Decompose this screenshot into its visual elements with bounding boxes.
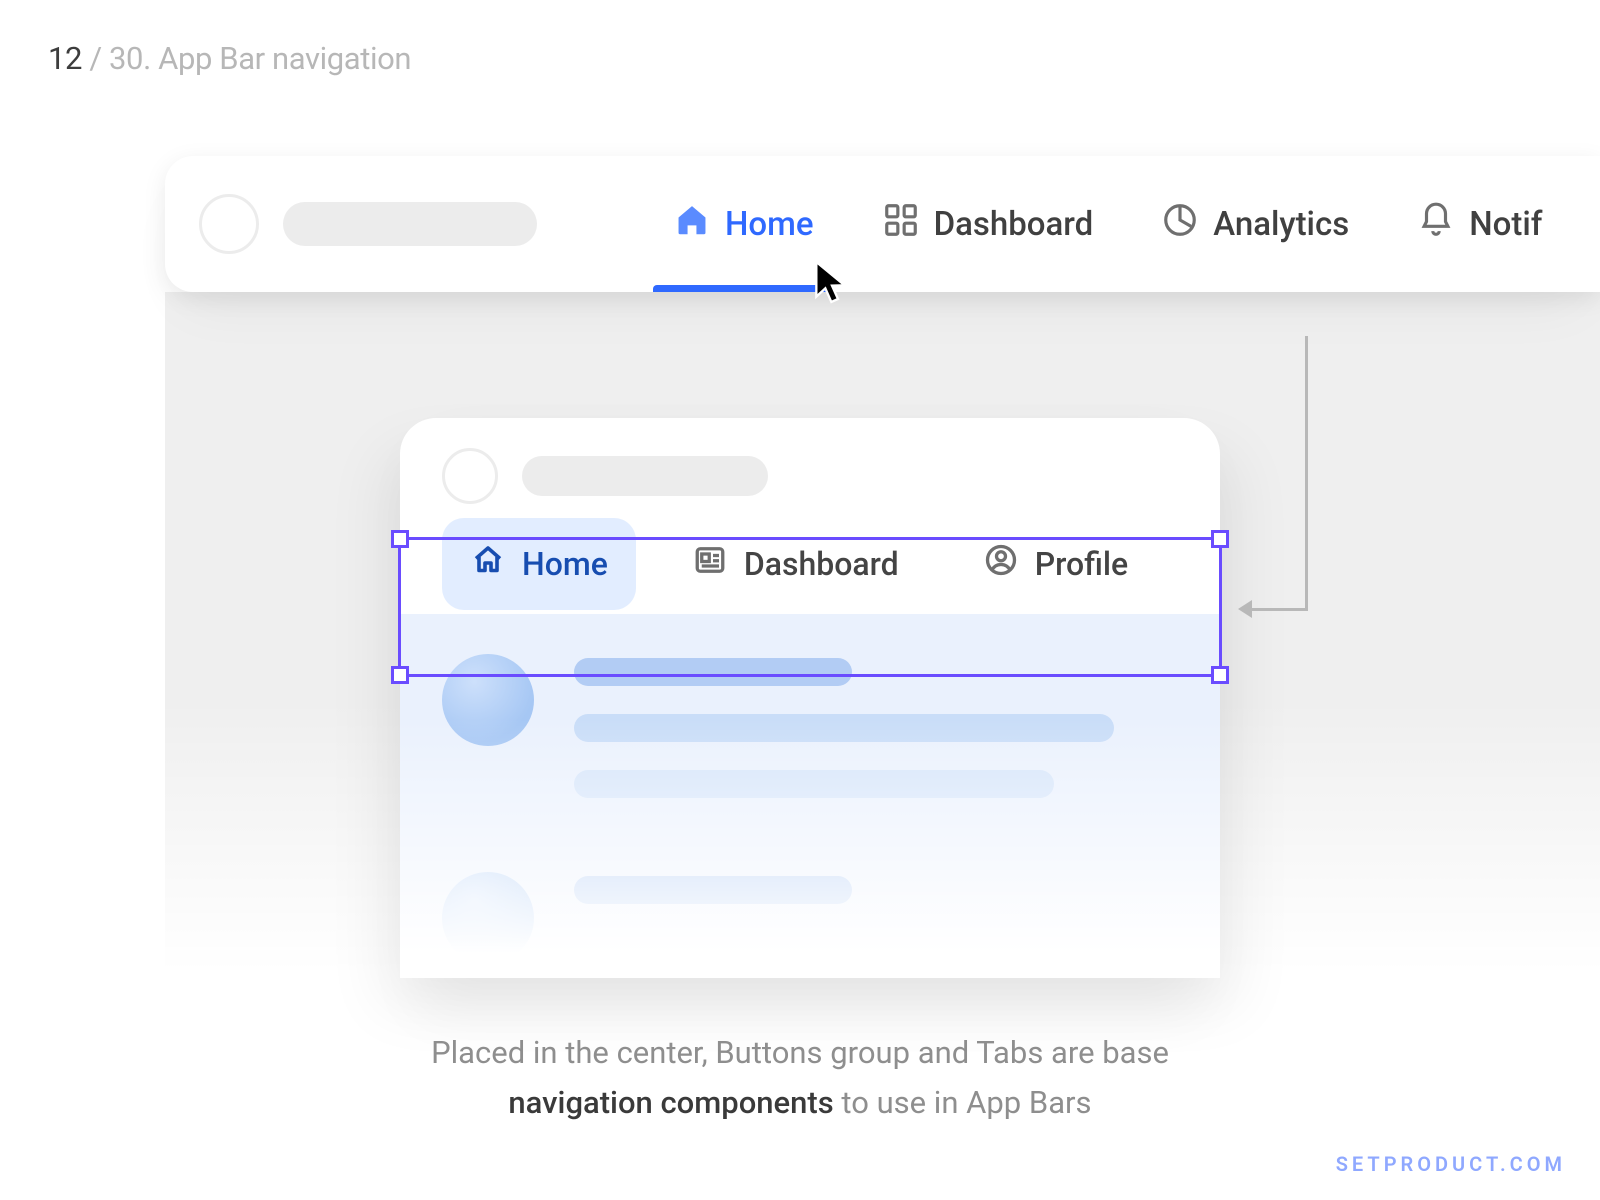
- brand-title-placeholder: [283, 202, 537, 246]
- brand-avatar-placeholder: [199, 194, 259, 254]
- home-outline-icon: [470, 542, 506, 586]
- segmented-nav: Home Dashboard Profile: [400, 514, 1220, 614]
- slide-total: 30: [109, 40, 143, 77]
- caption-text: Placed in the center, Buttons group and …: [431, 1034, 1169, 1071]
- skeleton-line: [574, 770, 1054, 798]
- text-skeleton: [574, 654, 1178, 826]
- tabs-group: Home Dashboard Analytics Notif: [639, 156, 1576, 292]
- seg-home[interactable]: Home: [442, 518, 636, 610]
- skeleton-line: [574, 658, 852, 686]
- skeleton-line: [574, 876, 852, 904]
- brand-avatar-placeholder: [442, 448, 498, 504]
- caption-text: to use in App Bars: [834, 1084, 1092, 1121]
- seg-label: Profile: [1035, 545, 1129, 583]
- connector-line: [1305, 336, 1308, 610]
- grid-icon: [882, 201, 920, 248]
- caption-emphasis: navigation components: [508, 1084, 833, 1121]
- slide-number: 12: [48, 40, 82, 77]
- preview-content: [400, 614, 1220, 978]
- arrowhead-icon: [1238, 600, 1252, 618]
- tab-label: Dashboard: [934, 205, 1094, 244]
- watermark: SETPRODUCT.COM: [1336, 1152, 1566, 1176]
- user-icon: [983, 542, 1019, 586]
- seg-dashboard[interactable]: Dashboard: [664, 518, 927, 610]
- slide-separator: /: [82, 40, 109, 77]
- slide-index: 12 / 30. App Bar navigation: [48, 40, 411, 77]
- pie-icon: [1161, 201, 1199, 248]
- avatar-placeholder: [442, 654, 534, 746]
- tab-dashboard[interactable]: Dashboard: [848, 156, 1128, 292]
- slide-title-sep: .: [143, 40, 158, 77]
- desktop-app-bar: Home Dashboard Analytics Notif: [165, 156, 1600, 292]
- seg-profile[interactable]: Profile: [955, 518, 1157, 610]
- compact-app-bar-head: [400, 418, 1220, 514]
- mouse-cursor-icon: [813, 260, 853, 304]
- post-skeleton: [442, 872, 1178, 964]
- news-icon: [692, 542, 728, 586]
- slide-title: App Bar navigation: [158, 40, 411, 77]
- slide-frame: 12 / 30. App Bar navigation Home Dashboa…: [0, 0, 1600, 1200]
- bell-icon: [1417, 201, 1455, 248]
- tab-underline: [653, 285, 834, 292]
- brand-title-placeholder: [522, 456, 768, 496]
- post-skeleton: [442, 654, 1178, 826]
- home-icon: [673, 201, 711, 248]
- seg-label: Dashboard: [744, 545, 899, 583]
- tab-analytics[interactable]: Analytics: [1127, 156, 1383, 292]
- tab-label: Notif: [1469, 205, 1542, 244]
- compact-app-preview: Home Dashboard Profile: [400, 418, 1220, 978]
- seg-label: Home: [522, 545, 608, 583]
- skeleton-line: [574, 714, 1114, 742]
- tab-label: Home: [725, 205, 814, 244]
- text-skeleton: [574, 872, 1178, 964]
- tab-notifications[interactable]: Notif: [1383, 156, 1576, 292]
- tab-label: Analytics: [1213, 205, 1349, 244]
- slide-caption: Placed in the center, Buttons group and …: [0, 1028, 1600, 1127]
- connector-line: [1252, 608, 1308, 611]
- avatar-placeholder: [442, 872, 534, 964]
